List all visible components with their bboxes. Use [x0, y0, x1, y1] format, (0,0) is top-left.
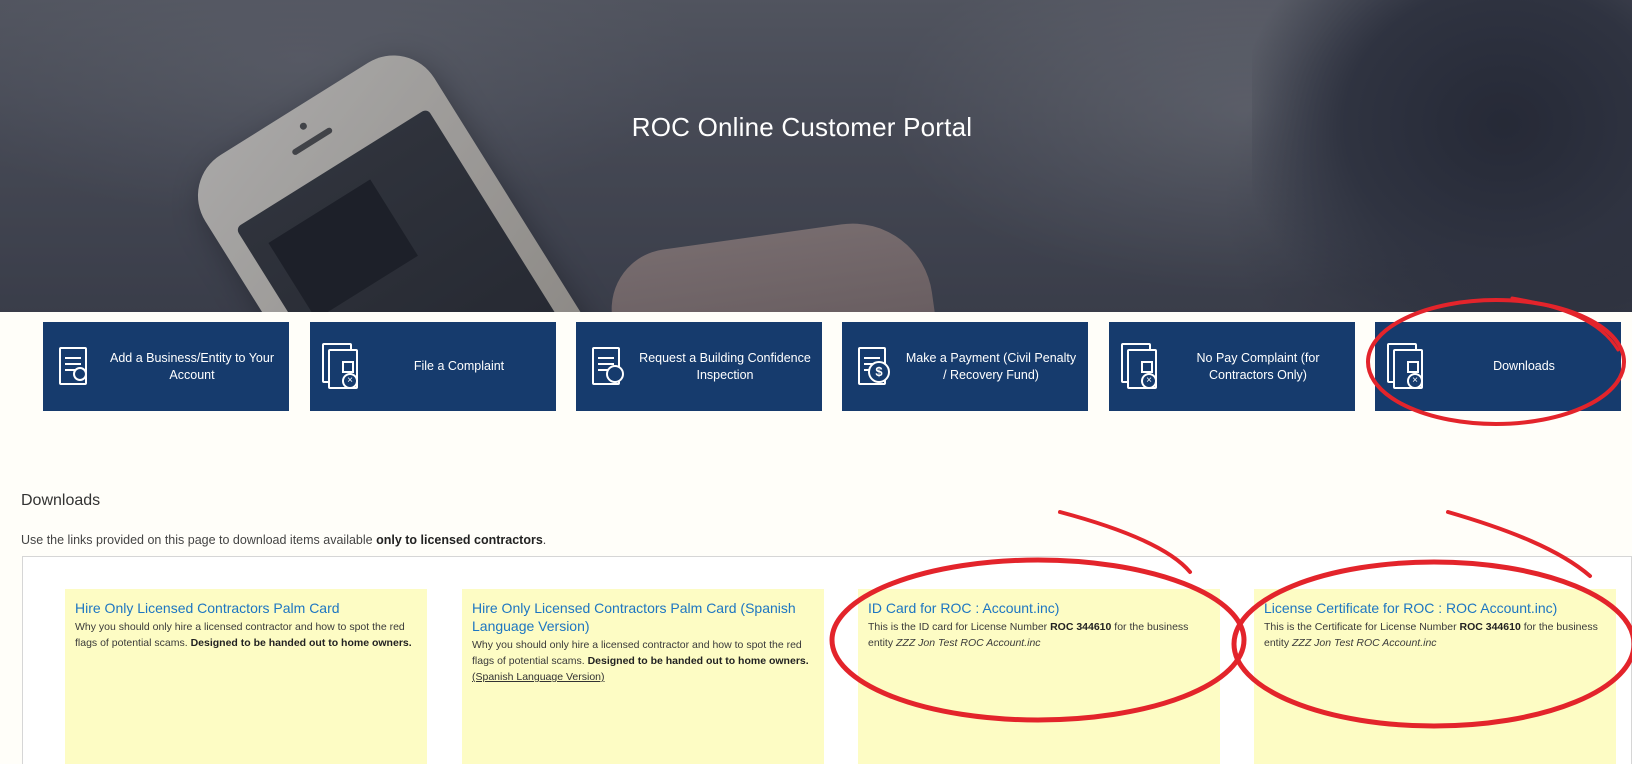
tile-label: Downloads — [1493, 359, 1555, 373]
no-pay-complaint-tile[interactable]: × No Pay Complaint (for Contractors Only… — [1109, 322, 1355, 411]
hero-banner — [0, 0, 1632, 312]
add-business-tile[interactable]: Add a Business/Entity to Your Account — [43, 322, 289, 411]
download-card-palm-card: Hire Only Licensed Contractors Palm Card… — [65, 589, 427, 764]
page-title: ROC Online Customer Portal — [631, 112, 973, 142]
certificate-document-icon — [55, 343, 95, 391]
download-link[interactable]: Hire Only Licensed Contractors Palm Card — [75, 599, 417, 617]
downloads-document-icon: × — [1387, 342, 1427, 391]
request-inspection-tile[interactable]: Request a Building Confidence Inspection — [576, 322, 822, 411]
payment-document-icon: $ — [854, 343, 894, 391]
inspection-document-icon — [588, 343, 628, 391]
tile-label: No Pay Complaint (for Contractors Only) — [1196, 350, 1320, 382]
downloads-description: Use the links provided on this page to d… — [21, 533, 547, 547]
action-tiles: Add a Business/Entity to Your Account × … — [0, 322, 1632, 412]
complaint-document-icon: × — [322, 342, 362, 391]
tile-label: Add a Business/Entity to Your Account — [110, 350, 274, 382]
file-complaint-tile[interactable]: × File a Complaint — [310, 322, 556, 411]
download-link[interactable]: License Certificate for ROC : ROC Accoun… — [1264, 599, 1606, 617]
tile-label: Make a Payment (Civil Penalty / Recovery… — [905, 350, 1077, 382]
download-description: This is the ID card for License Number R… — [868, 621, 1189, 649]
tile-label: File a Complaint — [413, 359, 505, 373]
download-description: Why you should only hire a licensed cont… — [472, 639, 809, 683]
complaint-document-icon: × — [1121, 342, 1161, 391]
download-description: Why you should only hire a licensed cont… — [75, 621, 412, 649]
spanish-version-link[interactable]: (Spanish Language Version) — [472, 671, 605, 683]
download-description: This is the Certificate for License Numb… — [1264, 621, 1598, 649]
tile-label: Request a Building Confidence Inspection — [639, 350, 811, 382]
download-card-palm-card-spanish: Hire Only Licensed Contractors Palm Card… — [462, 589, 824, 764]
download-card-id-card: ID Card for ROC : Account.inc) This is t… — [858, 589, 1220, 764]
downloads-tile[interactable]: × Downloads — [1375, 322, 1621, 411]
download-link[interactable]: Hire Only Licensed Contractors Palm Card… — [472, 599, 814, 635]
download-card-license-certificate: License Certificate for ROC : ROC Accoun… — [1254, 589, 1616, 764]
downloads-heading: Downloads — [21, 492, 101, 509]
download-link[interactable]: ID Card for ROC : Account.inc) — [868, 599, 1210, 617]
make-payment-tile[interactable]: $ Make a Payment (Civil Penalty / Recove… — [842, 322, 1088, 411]
